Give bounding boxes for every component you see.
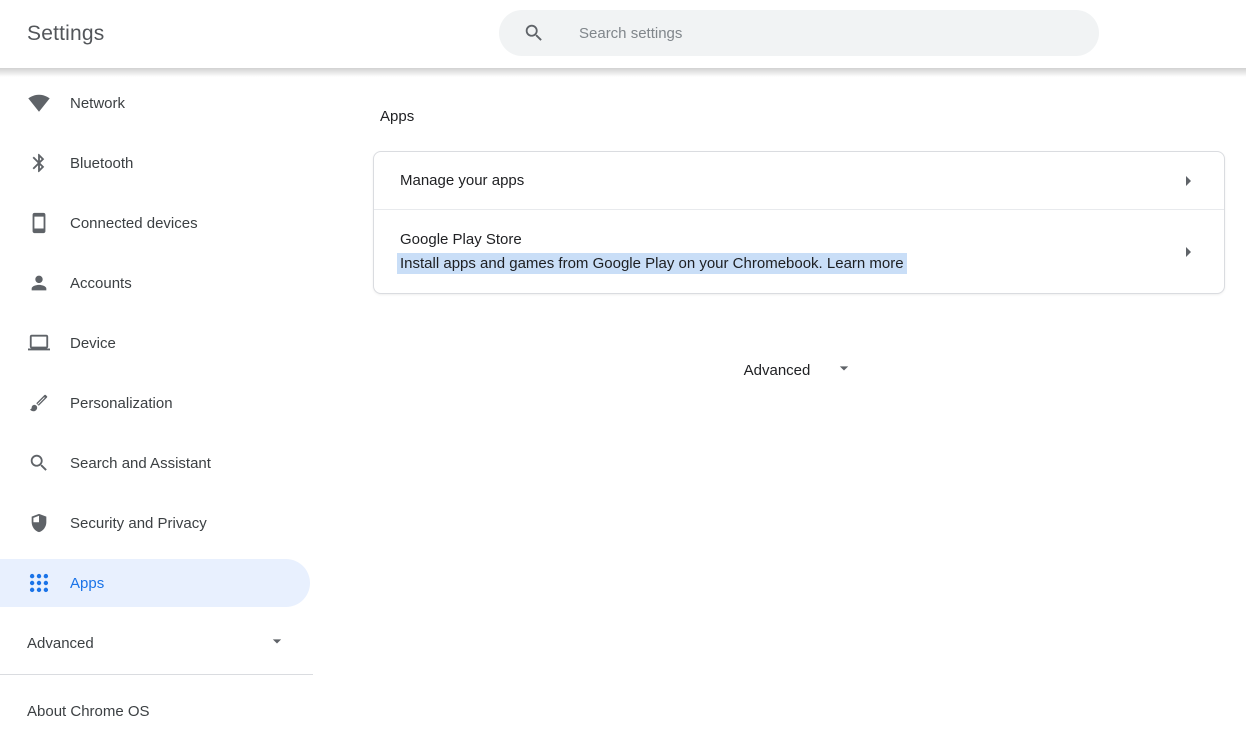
sidebar-item-personalization[interactable]: Personalization	[0, 379, 310, 427]
sidebar-item-label: Accounts	[70, 275, 132, 292]
search-box[interactable]	[499, 10, 1099, 56]
sidebar-item-connected-devices[interactable]: Connected devices	[0, 199, 310, 247]
header-scroll-shadow	[0, 68, 1246, 77]
sidebar-item-accounts[interactable]: Accounts	[0, 259, 310, 307]
header: Settings	[0, 0, 1246, 68]
sidebar-item-label: Personalization	[70, 395, 173, 412]
sidebar-item-label: Bluetooth	[70, 155, 133, 172]
row-title: Manage your apps	[400, 172, 1176, 189]
sidebar-item-bluetooth[interactable]: Bluetooth	[0, 139, 310, 187]
bluetooth-icon	[28, 152, 50, 174]
person-icon	[28, 272, 50, 294]
sidebar-item-label: Connected devices	[70, 215, 198, 232]
search-icon	[28, 452, 50, 474]
shield-icon	[28, 512, 50, 534]
sidebar-item-device[interactable]: Device	[0, 319, 310, 367]
chevron-down-icon	[267, 631, 287, 655]
sidebar-item-label: Device	[70, 335, 116, 352]
sidebar-item-search-and-assistant[interactable]: Search and Assistant	[0, 439, 310, 487]
chevron-down-icon	[834, 358, 854, 382]
main-content: Apps Manage your apps Google Play Store …	[313, 68, 1246, 745]
search-input[interactable]	[579, 25, 1099, 42]
sidebar-item-about-chrome-os[interactable]: About Chrome OS	[0, 675, 313, 745]
apps-settings-card: Manage your apps Google Play Store Insta…	[373, 151, 1225, 294]
row-subtitle: Install apps and games from Google Play …	[400, 255, 1176, 272]
about-label: About Chrome OS	[27, 703, 150, 720]
sidebar: Network Bluetooth Connected devices Acco…	[0, 68, 313, 745]
sidebar-advanced-toggle[interactable]: Advanced	[0, 619, 313, 667]
advanced-label: Advanced	[744, 362, 811, 379]
sidebar-item-label: Search and Assistant	[70, 455, 211, 472]
page-title: Apps	[380, 108, 1225, 125]
advanced-section-toggle[interactable]: Advanced	[373, 347, 1225, 393]
smartphone-icon	[28, 212, 50, 234]
subpage-arrow-icon	[1176, 169, 1200, 193]
manage-your-apps-row[interactable]: Manage your apps	[374, 152, 1224, 209]
sidebar-item-network[interactable]: Network	[0, 79, 310, 127]
app-title: Settings	[27, 22, 104, 46]
brush-icon	[28, 392, 50, 414]
apps-grid-icon	[28, 572, 50, 594]
sidebar-item-label: Apps	[70, 575, 104, 592]
sidebar-advanced-label: Advanced	[27, 635, 94, 652]
laptop-icon	[28, 332, 50, 354]
sidebar-item-label: Security and Privacy	[70, 515, 207, 532]
subpage-arrow-icon	[1176, 240, 1200, 264]
google-play-store-row[interactable]: Google Play Store Install apps and games…	[374, 210, 1224, 293]
row-title: Google Play Store	[400, 231, 1176, 248]
search-icon	[523, 22, 545, 44]
sidebar-item-apps[interactable]: Apps	[0, 559, 310, 607]
sidebar-item-label: Network	[70, 95, 125, 112]
selected-text-highlight: Install apps and games from Google Play …	[397, 253, 907, 274]
sidebar-item-security-and-privacy[interactable]: Security and Privacy	[0, 499, 310, 547]
wifi-icon	[28, 92, 50, 114]
